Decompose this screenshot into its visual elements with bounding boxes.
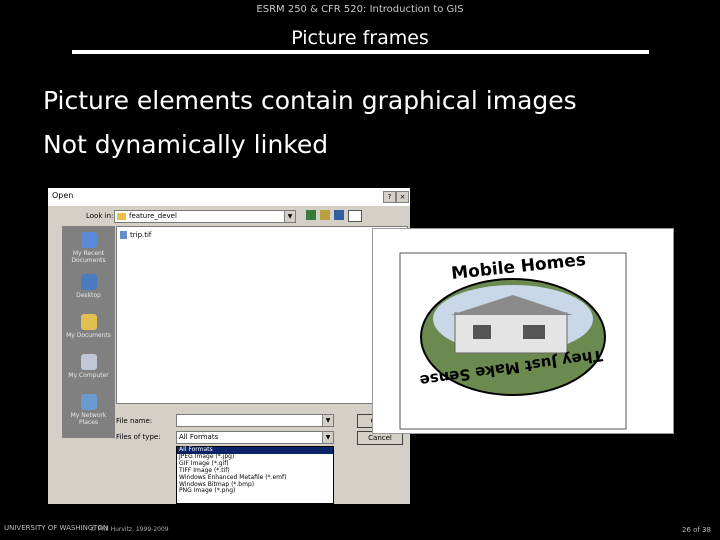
chevron-down-icon: ▼ <box>322 432 333 443</box>
place-desktop[interactable]: Desktop <box>62 274 115 299</box>
dialog-title-bar: Open ? × <box>48 188 410 206</box>
places-bar: My Recent Documents Desktop My Documents… <box>62 226 115 438</box>
slide-title: Picture frames <box>291 27 429 49</box>
close-button[interactable]: × <box>396 191 409 203</box>
desktop-icon <box>80 274 97 290</box>
place-label: My Computer <box>68 372 109 379</box>
place-label: My Recent Documents <box>71 250 106 264</box>
chevron-down-icon: ▼ <box>284 211 295 222</box>
place-my-documents[interactable]: My Documents <box>62 314 115 339</box>
file-type-select[interactable]: All Formats ▼ <box>176 431 334 444</box>
bullet-2: Not dynamically linked <box>43 130 329 159</box>
course-title: ESRM 250 & CFR 520: Introduction to GIS <box>256 4 464 15</box>
new-folder-icon[interactable] <box>334 210 344 220</box>
place-my-computer[interactable]: My Computer <box>62 354 115 379</box>
place-label: My Network Places <box>70 412 107 426</box>
file-list[interactable]: trip.tif <box>116 226 408 404</box>
place-label: Desktop <box>76 292 101 299</box>
up-folder-icon[interactable] <box>320 210 330 220</box>
look-in-combo[interactable]: feature_devel ▼ <box>114 210 296 223</box>
help-button[interactable]: ? <box>383 191 396 203</box>
copyright: © Phil Hurvitz, 1999-2009 <box>90 526 169 533</box>
page-number: 26 of 38 <box>682 526 712 534</box>
my-computer-icon <box>80 354 97 370</box>
dialog-title: Open <box>52 191 74 200</box>
bullet-1: Picture elements contain graphical image… <box>43 86 577 115</box>
view-menu-icon[interactable] <box>348 210 362 222</box>
folder-icon <box>117 213 126 220</box>
file-type-label: Files of type: <box>116 433 161 441</box>
file-name-label: File name: <box>116 417 153 425</box>
place-recent-documents[interactable]: My Recent Documents <box>62 232 115 264</box>
file-name-input[interactable]: ▼ <box>176 414 334 427</box>
picture-frame: Mobile Homes They Just Make Sense <box>372 228 674 434</box>
chevron-down-icon: ▼ <box>322 415 333 426</box>
place-label: My Documents <box>66 332 111 339</box>
my-documents-icon <box>80 314 97 330</box>
network-places-icon <box>80 394 97 410</box>
file-item[interactable]: trip.tif <box>130 231 151 239</box>
file-type-dropdown[interactable]: All Formats JPEG Image (*.jpg) GIF Image… <box>176 446 334 504</box>
look-in-label: Look in: <box>86 212 114 220</box>
type-option[interactable]: PNG Image (*.png) <box>177 488 333 495</box>
place-network[interactable]: My Network Places <box>62 394 115 426</box>
open-dialog: Open ? × Look in: feature_devel ▼ My Rec… <box>48 188 410 504</box>
back-icon[interactable] <box>306 210 316 220</box>
look-in-value: feature_devel <box>129 212 177 220</box>
recent-documents-icon <box>80 232 97 248</box>
tif-file-icon <box>120 231 127 239</box>
title-underline <box>72 50 649 54</box>
